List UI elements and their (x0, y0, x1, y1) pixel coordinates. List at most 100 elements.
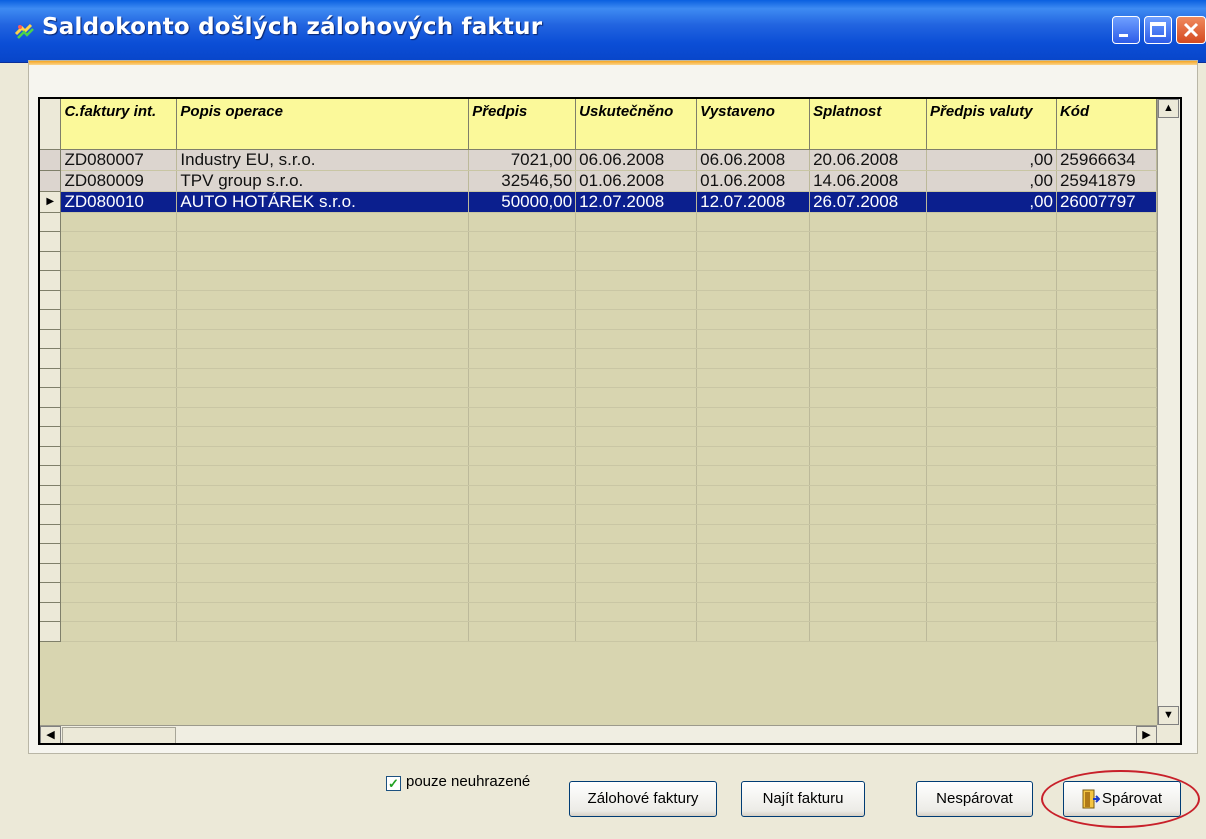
empty-table-row[interactable] (40, 504, 1157, 525)
empty-cell[interactable] (60, 524, 178, 544)
empty-cell[interactable] (176, 504, 470, 525)
empty-cell[interactable] (926, 231, 1057, 252)
empty-cell[interactable] (1056, 329, 1157, 349)
empty-cell[interactable] (60, 329, 178, 349)
empty-cell[interactable] (575, 582, 698, 603)
empty-cell[interactable] (60, 602, 178, 622)
empty-table-row[interactable] (40, 231, 1157, 252)
empty-cell[interactable] (468, 231, 577, 252)
empty-cell[interactable] (176, 563, 470, 583)
empty-cell[interactable] (926, 348, 1057, 369)
empty-cell[interactable] (575, 290, 698, 310)
empty-cell[interactable] (809, 602, 928, 622)
row-indicator[interactable] (40, 387, 62, 408)
empty-cell[interactable] (575, 231, 698, 252)
empty-cell[interactable] (926, 504, 1057, 525)
empty-cell[interactable] (926, 602, 1057, 622)
empty-cell[interactable] (575, 563, 698, 583)
row-indicator[interactable] (40, 309, 62, 330)
empty-cell[interactable] (926, 309, 1057, 330)
empty-cell[interactable] (926, 407, 1057, 427)
scroll-down-button[interactable]: ▼ (1158, 706, 1179, 725)
empty-cell[interactable] (468, 524, 577, 544)
empty-cell[interactable] (1056, 563, 1157, 583)
empty-cell[interactable] (176, 465, 470, 486)
empty-cell[interactable] (809, 329, 928, 349)
empty-cell[interactable] (60, 290, 178, 310)
empty-cell[interactable] (176, 329, 470, 349)
empty-cell[interactable] (926, 387, 1057, 408)
empty-cell[interactable] (926, 485, 1057, 505)
empty-cell[interactable] (1056, 407, 1157, 427)
empty-cell[interactable] (468, 504, 577, 525)
cell-vystaveno[interactable]: 06.06.2008 (696, 149, 811, 171)
row-indicator[interactable] (40, 368, 62, 388)
cell-c-faktury[interactable]: ZD080009 (60, 170, 178, 192)
empty-cell[interactable] (468, 485, 577, 505)
empty-table-row[interactable] (40, 368, 1157, 388)
empty-table-row[interactable] (40, 426, 1157, 447)
column-header-splatnost[interactable]: Splatnost (809, 99, 928, 150)
column-header-popis[interactable]: Popis operace (176, 99, 470, 150)
cell-popis[interactable]: Industry EU, s.r.o. (176, 149, 470, 171)
empty-cell[interactable] (926, 446, 1057, 466)
row-indicator[interactable] (40, 465, 62, 486)
empty-cell[interactable] (809, 309, 928, 330)
empty-cell[interactable] (575, 348, 698, 369)
row-indicator[interactable] (40, 270, 62, 291)
column-header-uskutecneno[interactable]: Uskutečněno (575, 99, 698, 150)
empty-cell[interactable] (60, 387, 178, 408)
empty-cell[interactable] (60, 270, 178, 291)
empty-cell[interactable] (575, 504, 698, 525)
empty-cell[interactable] (809, 446, 928, 466)
empty-cell[interactable] (176, 309, 470, 330)
empty-cell[interactable] (60, 407, 178, 427)
empty-cell[interactable] (176, 543, 470, 564)
empty-cell[interactable] (176, 602, 470, 622)
cell-kod[interactable]: 25966634 (1056, 149, 1157, 171)
empty-cell[interactable] (926, 251, 1057, 271)
empty-cell[interactable] (468, 543, 577, 564)
empty-table-row[interactable] (40, 407, 1157, 427)
empty-cell[interactable] (809, 504, 928, 525)
empty-cell[interactable] (176, 290, 470, 310)
empty-cell[interactable] (468, 212, 577, 232)
empty-cell[interactable] (60, 621, 178, 642)
empty-cell[interactable] (468, 407, 577, 427)
empty-cell[interactable] (60, 563, 178, 583)
empty-cell[interactable] (809, 407, 928, 427)
empty-cell[interactable] (468, 290, 577, 310)
empty-cell[interactable] (809, 348, 928, 369)
empty-cell[interactable] (1056, 446, 1157, 466)
cell-predpis[interactable]: 7021,00 (468, 149, 577, 171)
column-header-kod[interactable]: Kód (1056, 99, 1157, 150)
cell-popis[interactable]: TPV group s.r.o. (176, 170, 470, 192)
maximize-button[interactable] (1144, 16, 1172, 44)
empty-cell[interactable] (696, 270, 811, 291)
cell-uskutecneno[interactable]: 06.06.2008 (575, 149, 698, 171)
empty-cell[interactable] (60, 485, 178, 505)
empty-cell[interactable] (809, 387, 928, 408)
empty-cell[interactable] (176, 446, 470, 466)
empty-table-row[interactable] (40, 309, 1157, 330)
empty-cell[interactable] (575, 309, 698, 330)
cell-predpis-valuty[interactable]: ,00 (926, 149, 1057, 171)
empty-cell[interactable] (575, 426, 698, 447)
cell-predpis-valuty[interactable]: ,00 (926, 170, 1057, 192)
empty-cell[interactable] (1056, 348, 1157, 369)
empty-cell[interactable] (696, 387, 811, 408)
empty-cell[interactable] (809, 563, 928, 583)
empty-cell[interactable] (696, 348, 811, 369)
empty-table-row[interactable] (40, 387, 1157, 408)
empty-cell[interactable] (1056, 212, 1157, 232)
empty-cell[interactable] (176, 407, 470, 427)
empty-cell[interactable] (468, 602, 577, 622)
invoice-grid[interactable]: C.faktury int. Popis operace Předpis Usk… (38, 97, 1182, 745)
empty-cell[interactable] (1056, 309, 1157, 330)
empty-cell[interactable] (809, 582, 928, 603)
empty-cell[interactable] (696, 231, 811, 252)
empty-cell[interactable] (575, 251, 698, 271)
empty-cell[interactable] (809, 485, 928, 505)
empty-cell[interactable] (926, 465, 1057, 486)
row-indicator[interactable] (40, 426, 62, 447)
